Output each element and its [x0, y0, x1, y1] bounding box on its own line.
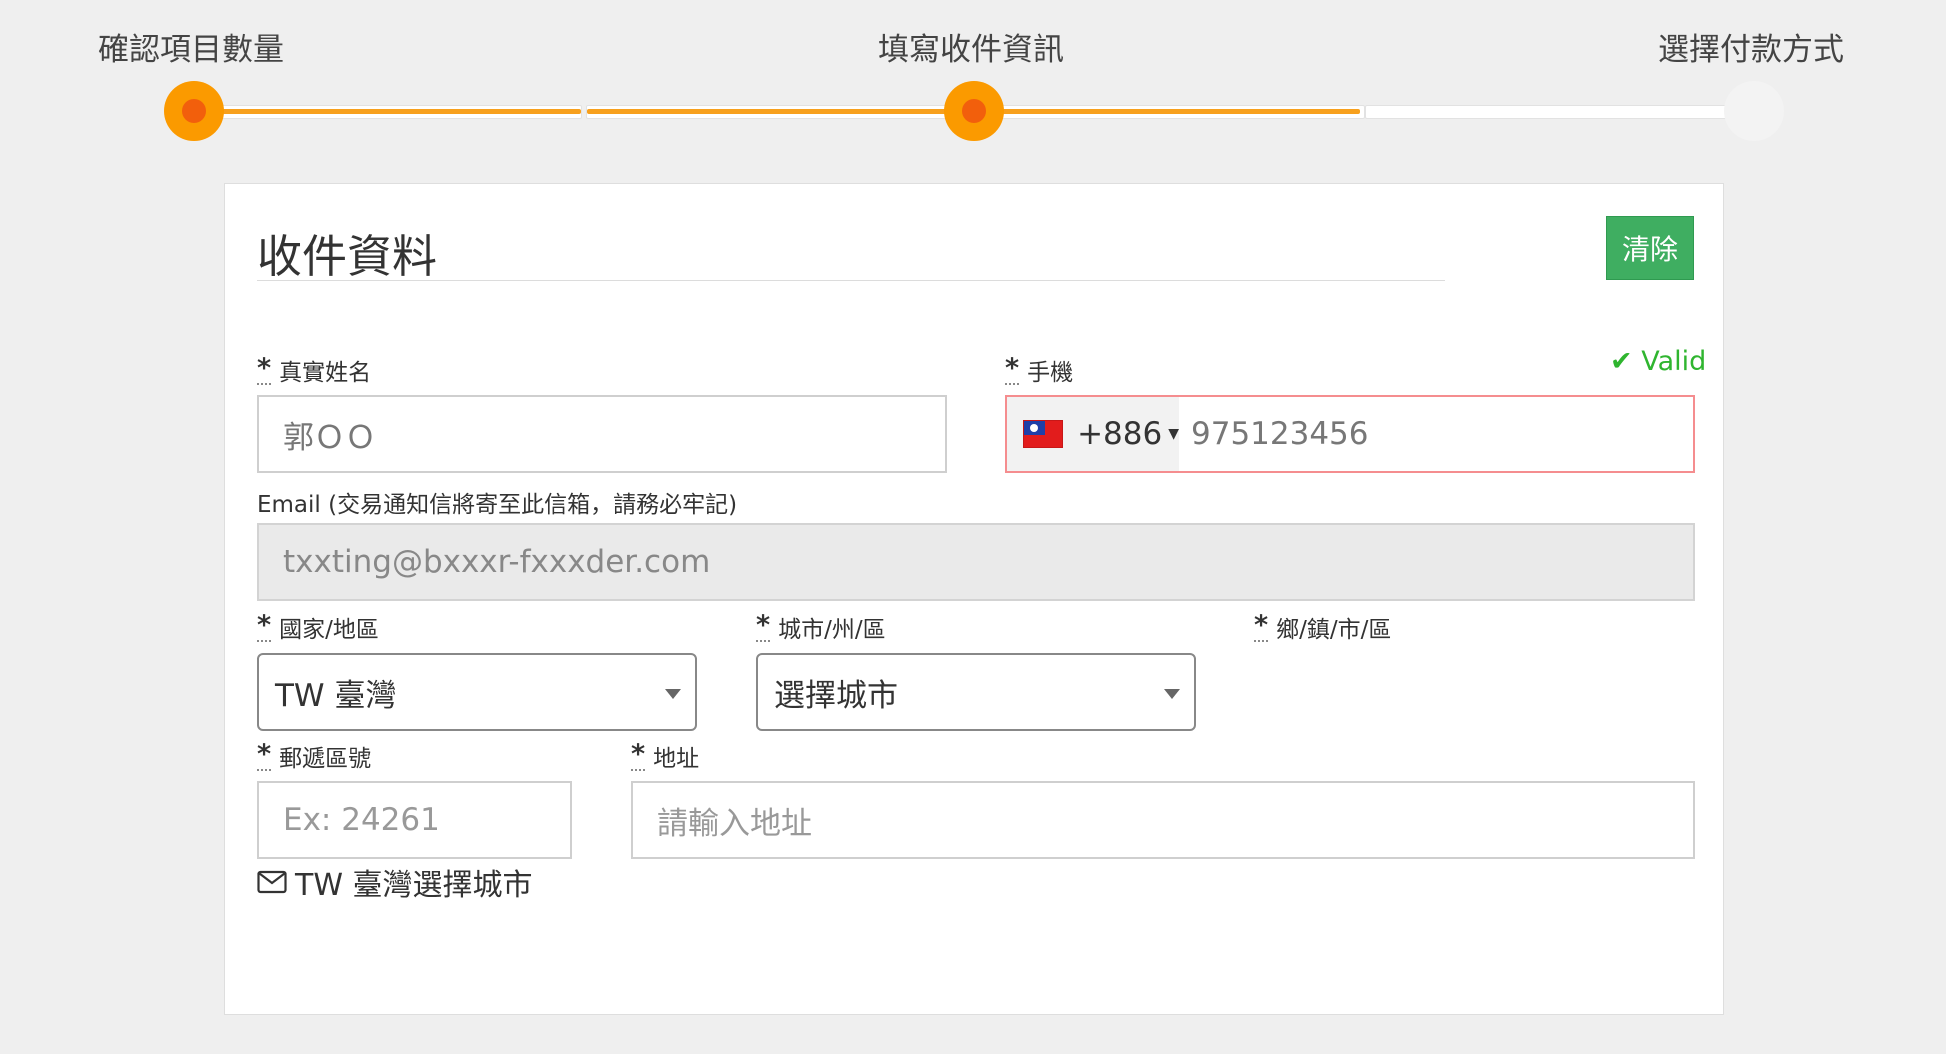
- name-input[interactable]: 郭ＯＯ: [257, 395, 947, 473]
- phone-field: +886 ▼ 975123456: [1005, 395, 1695, 473]
- progress-track-2a: [975, 105, 1365, 119]
- envelope-icon: [257, 870, 287, 894]
- zip-label: * 郵遞區號: [257, 739, 371, 773]
- phone-input[interactable]: 975123456: [1179, 397, 1369, 471]
- step-1-label: 確認項目數量: [98, 32, 284, 68]
- step-1-dot: [164, 81, 224, 141]
- taiwan-flag-icon: [1023, 420, 1064, 448]
- city-select-value: 選擇城市: [774, 677, 898, 714]
- clear-button[interactable]: 清除: [1606, 216, 1694, 280]
- step-3-dot: [1724, 81, 1784, 141]
- phone-label: * 手機: [1005, 353, 1073, 387]
- checkout-progress: 確認項目數量 填寫收件資訊 選擇付款方式: [0, 0, 1946, 150]
- country-select-value: TW 臺灣: [275, 677, 397, 714]
- address-summary: TW 臺灣選擇城市: [257, 860, 533, 904]
- required-mark: *: [257, 739, 272, 771]
- phone-label-text: 手機: [1027, 360, 1074, 386]
- title-divider: [257, 280, 1445, 281]
- required-mark: *: [631, 739, 646, 771]
- country-label-text: 國家/地區: [279, 617, 379, 643]
- zip-input[interactable]: Ex: 24261: [257, 781, 572, 859]
- required-mark: *: [1254, 610, 1269, 642]
- progress-track-1b: [586, 105, 976, 119]
- country-code: +886: [1077, 416, 1163, 452]
- step-3-label: 選擇付款方式: [1658, 32, 1844, 68]
- required-mark: *: [756, 610, 771, 642]
- city-label: * 城市/州/區: [756, 610, 886, 644]
- required-mark: *: [1005, 353, 1020, 385]
- progress-track-1a: [196, 105, 582, 119]
- zip-label-text: 郵遞區號: [279, 746, 372, 772]
- name-label: * 真實姓名: [257, 353, 371, 387]
- country-select[interactable]: TW 臺灣: [257, 653, 697, 731]
- step-2-dot: [944, 81, 1004, 141]
- dropdown-arrow-icon: [1164, 689, 1180, 699]
- shipping-info-card: 收件資料 清除 * 真實姓名 郭ＯＯ * 手機 ✔ Valid +886 ▼ 9…: [224, 183, 1724, 1015]
- phone-valid-indicator: ✔ Valid: [1610, 346, 1707, 377]
- email-label: Email (交易通知信將寄至此信箱，請務必牢記): [257, 492, 738, 518]
- city-select[interactable]: 選擇城市: [756, 653, 1196, 731]
- required-mark: *: [257, 610, 272, 642]
- progress-track-2b: [1365, 105, 1731, 119]
- name-label-text: 真實姓名: [279, 360, 372, 386]
- district-label-text: 鄉/鎮/市/區: [1276, 617, 1392, 643]
- country-code-dropdown[interactable]: +886 ▼: [1007, 397, 1179, 471]
- dropdown-arrow-icon: [665, 689, 681, 699]
- district-label: * 鄉/鎮/市/區: [1254, 610, 1391, 644]
- address-label: * 地址: [631, 739, 699, 773]
- address-label-text: 地址: [653, 746, 700, 772]
- step-2-label: 填寫收件資訊: [878, 32, 1064, 68]
- country-label: * 國家/地區: [257, 610, 379, 644]
- required-mark: *: [257, 353, 272, 385]
- address-summary-text: TW 臺灣選擇城市: [295, 868, 533, 903]
- caret-down-icon: ▼: [1168, 426, 1179, 442]
- email-input: txxting@bxxxr-fxxxder.com: [257, 523, 1695, 601]
- address-input[interactable]: 請輸入地址: [631, 781, 1695, 859]
- city-label-text: 城市/州/區: [778, 617, 886, 643]
- card-title: 收件資料: [257, 230, 438, 283]
